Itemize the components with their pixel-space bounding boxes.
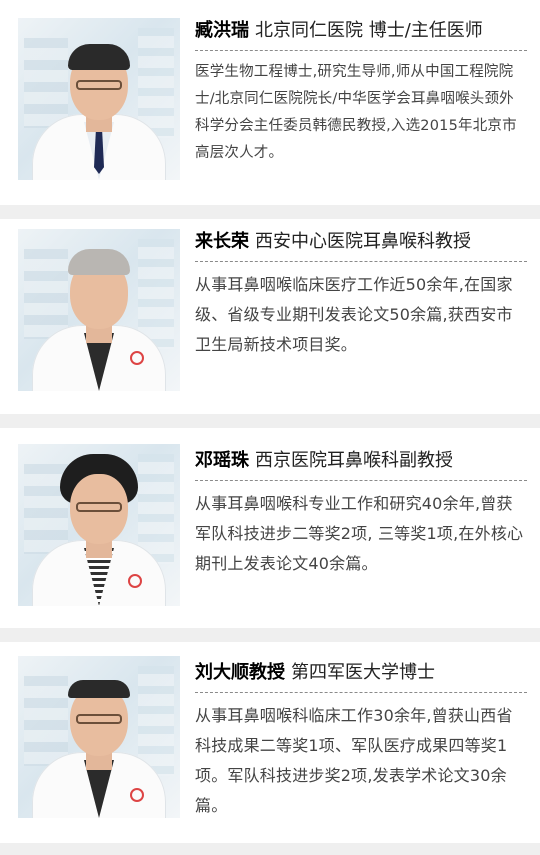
doctor-photo	[18, 444, 180, 606]
doctor-description: 医学生物工程博士,研究生导师,师从中国工程院院士/北京同仁医院院长/中华医学会耳…	[195, 64, 517, 161]
doctor-title: 西安中心医院耳鼻喉科教授	[255, 231, 471, 252]
section-divider	[0, 628, 540, 642]
section-divider	[0, 414, 540, 428]
doctor-title: 北京同仁医院 博士/主任医师	[255, 20, 483, 41]
doctor-photo	[18, 656, 180, 818]
doctor-title: 第四军医大学博士	[291, 662, 435, 683]
doctor-heading: 刘大顺教授 第四军医大学博士	[195, 660, 527, 693]
doctor-description: 从事耳鼻咽喉科临床工作30余年,曾获山西省科技成果二等奖1项、军队医疗成果四等奖…	[195, 706, 513, 815]
doctor-card: 来长荣 西安中心医院耳鼻喉科教授 从事耳鼻咽喉临床医疗工作近50余年,在国家级、省…	[0, 219, 540, 414]
section-divider	[0, 205, 540, 219]
doctor-title: 西京医院耳鼻喉科副教授	[255, 450, 453, 471]
doctor-heading: 臧洪瑞 北京同仁医院 博士/主任医师	[195, 18, 527, 51]
doctor-description: 从事耳鼻咽喉科专业工作和研究40余年,曾获军队科技进步二等奖2项, 三等奖1项,…	[195, 494, 524, 573]
doctor-card: 邓瑶珠 西京医院耳鼻喉科副教授 从事耳鼻咽喉科专业工作和研究40余年,曾获军队科技…	[0, 428, 540, 628]
section-divider	[0, 843, 540, 855]
doctor-card: 刘大顺教授 第四军医大学博士 从事耳鼻咽喉科临床工作30余年,曾获山西省科技成果二…	[0, 642, 540, 855]
doctor-heading: 邓瑶珠 西京医院耳鼻喉科副教授	[195, 448, 527, 481]
doctor-heading: 来长荣 西安中心医院耳鼻喉科教授	[195, 229, 527, 262]
doctor-name: 臧洪瑞	[195, 20, 249, 41]
doctor-photo	[18, 18, 180, 180]
doctor-description: 从事耳鼻咽喉临床医疗工作近50余年,在国家级、省级专业期刊发表论文50余篇,获西…	[195, 275, 513, 354]
doctor-name: 邓瑶珠	[195, 450, 249, 471]
doctor-name: 来长荣	[195, 231, 249, 252]
doctor-card: 臧洪瑞 北京同仁医院 博士/主任医师 医学生物工程博士,研究生导师,师从中国工程院…	[0, 0, 540, 205]
doctor-name: 刘大顺教授	[195, 662, 285, 683]
doctor-photo	[18, 229, 180, 391]
